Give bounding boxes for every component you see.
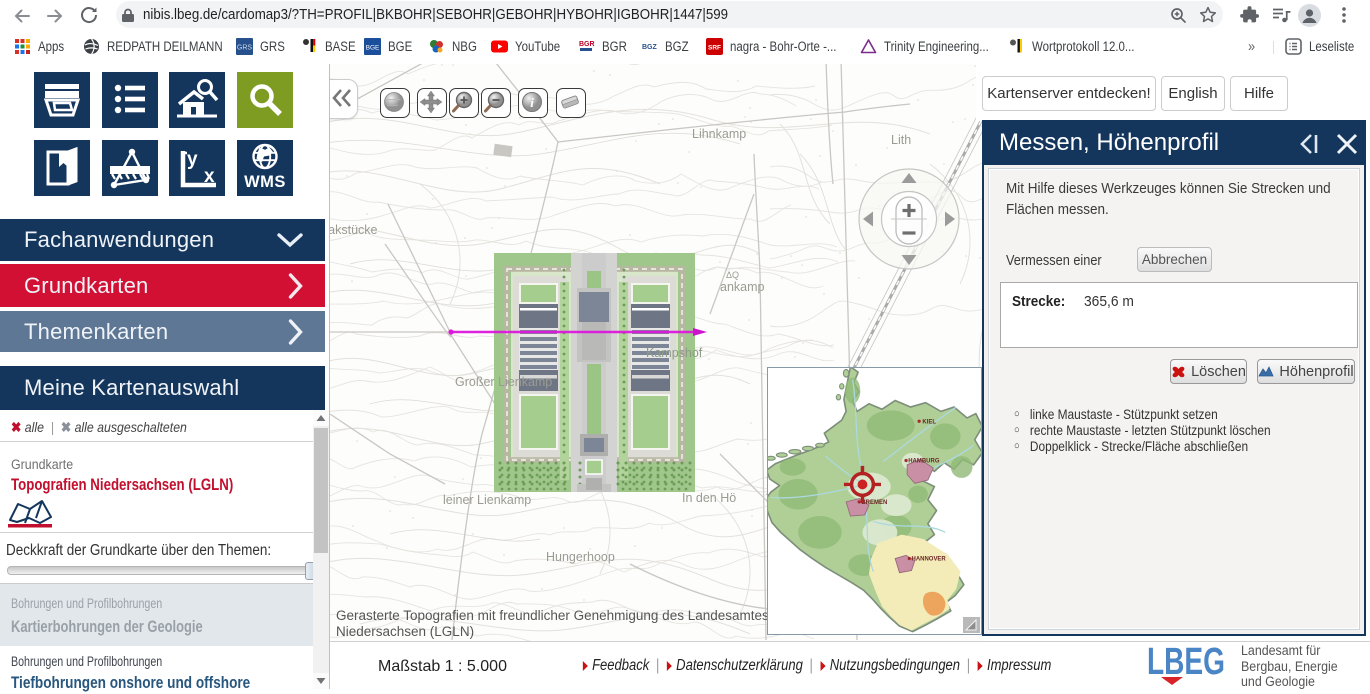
svg-text:y: y: [187, 149, 198, 170]
svg-text:LBEG: LBEG: [1147, 643, 1225, 683]
svg-text:ΔQ: ΔQ: [726, 270, 739, 280]
svg-text:BREMEN: BREMEN: [861, 500, 887, 506]
svg-text:x: x: [204, 166, 215, 187]
svg-text:Niedersachsen (LGLN): Niedersachsen (LGLN): [336, 624, 474, 639]
svg-text:Hungerhoop: Hungerhoop: [546, 550, 615, 564]
svg-text:leiner Lienkamp: leiner Lienkamp: [443, 493, 531, 507]
svg-text:In den Hö: In den Hö: [682, 491, 736, 505]
svg-text:HAMBURG: HAMBURG: [908, 459, 940, 465]
svg-text:Lith: Lith: [891, 133, 911, 147]
svg-text:Lihnkamp: Lihnkamp: [692, 127, 746, 141]
svg-text:i: i: [530, 95, 534, 110]
svg-text:ankamp: ankamp: [720, 280, 765, 294]
svg-text:rakstücke: rakstücke: [330, 223, 378, 237]
svg-text:KIEL: KIEL: [922, 419, 936, 425]
svg-text:Großer Lienkamp: Großer Lienkamp: [455, 375, 552, 389]
svg-text:HANNOVER: HANNOVER: [912, 557, 947, 563]
svg-text:Kampshof: Kampshof: [646, 346, 703, 360]
svg-text:WMS: WMS: [244, 173, 286, 191]
svg-text:SRF: SRF: [708, 44, 721, 51]
